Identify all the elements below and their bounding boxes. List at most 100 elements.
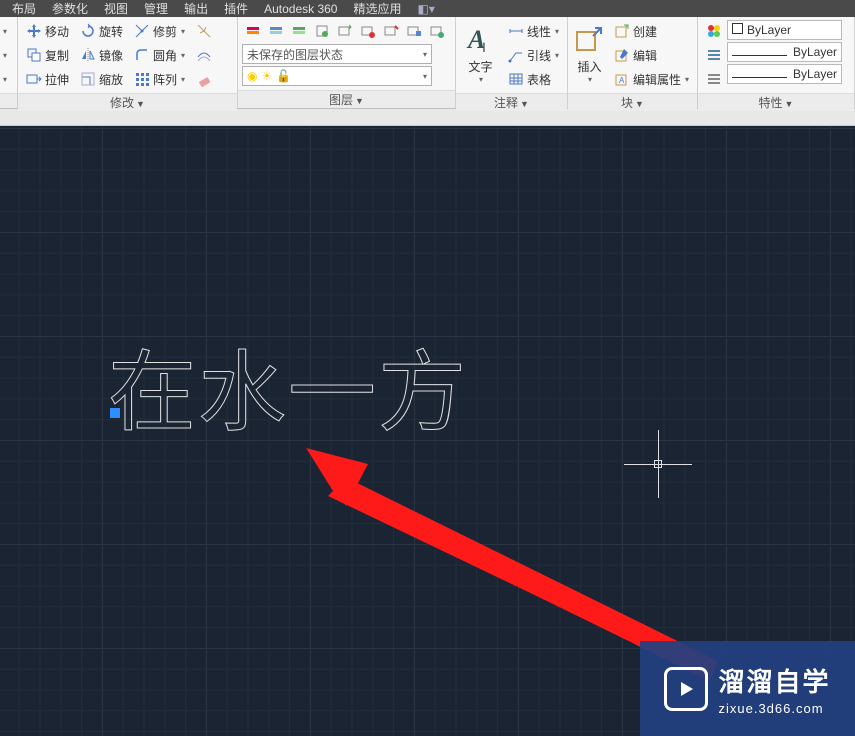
- stretch-button[interactable]: 拉伸: [22, 68, 73, 90]
- prop-list2-button[interactable]: [702, 68, 724, 90]
- panel-toggle-3[interactable]: ▾: [1, 68, 15, 90]
- move-button[interactable]: 移动: [22, 20, 73, 42]
- array-label: 阵列: [153, 71, 177, 88]
- chevron-down-icon: ▾: [685, 75, 689, 84]
- panel-layer-title[interactable]: 图层▼: [238, 90, 455, 108]
- panel-toggle-1[interactable]: ▾: [1, 20, 15, 42]
- mirror-button[interactable]: 镜像: [76, 44, 127, 66]
- text-label: 文字: [468, 58, 492, 75]
- layer-icon-2[interactable]: [265, 20, 287, 42]
- menu-plugin[interactable]: 插件: [216, 0, 256, 17]
- panel-annotation: AI 文字 ▾ 线性 ▾ 引线 ▾: [456, 17, 568, 108]
- layer-icon-5[interactable]: [334, 20, 356, 42]
- list-icon: [706, 47, 722, 63]
- trim-button[interactable]: 修剪 ▾: [130, 20, 189, 42]
- menu-extra-icon[interactable]: ◧▾: [410, 2, 443, 16]
- linetype-label: ByLayer: [793, 67, 837, 81]
- layer-state-dropdown[interactable]: 未保存的图层状态 ▾: [242, 44, 432, 64]
- menu-featured[interactable]: 精选应用: [345, 0, 409, 17]
- editattr-label: 编辑属性: [633, 71, 681, 88]
- erase-icon: [196, 71, 212, 87]
- menu-output[interactable]: 输出: [176, 0, 216, 17]
- create-button[interactable]: 创建: [610, 20, 693, 42]
- layer-icon-7[interactable]: [380, 20, 402, 42]
- color-dropdown[interactable]: ByLayer: [727, 20, 842, 40]
- linear-label: 线性: [527, 23, 551, 40]
- panel-toggle-2[interactable]: ▾: [1, 44, 15, 66]
- lineweight-label: ByLayer: [793, 45, 837, 59]
- menu-view[interactable]: 视图: [96, 0, 136, 17]
- lineweight-icon: [732, 55, 787, 56]
- scale-button[interactable]: 缩放: [76, 68, 127, 90]
- panel-modify: 移动 复制 拉伸: [18, 17, 238, 108]
- panel-properties-title[interactable]: 特性▼: [698, 93, 854, 111]
- editattr-button[interactable]: A 编辑属性 ▾: [610, 68, 693, 90]
- selection-grip[interactable]: [110, 408, 120, 418]
- stretch-icon: [26, 71, 42, 87]
- layer-icon-3[interactable]: [288, 20, 310, 42]
- rotate-button[interactable]: 旋转: [76, 20, 127, 42]
- stretch-label: 拉伸: [45, 71, 69, 88]
- chevron-down-icon: ▾: [423, 50, 427, 59]
- editattr-icon: A: [614, 71, 630, 87]
- scale-icon: [80, 71, 96, 87]
- match-prop-button[interactable]: [702, 20, 724, 42]
- array-icon: [134, 71, 150, 87]
- text-icon: AI: [464, 24, 496, 56]
- chevron-down-icon: ▾: [479, 75, 483, 84]
- insert-label: 插入: [577, 58, 601, 75]
- match-icon: [706, 23, 722, 39]
- array-button[interactable]: 阵列 ▾: [130, 68, 189, 90]
- fillet-icon: [134, 47, 150, 63]
- table-label: 表格: [527, 71, 551, 88]
- copy-button[interactable]: 复制: [22, 44, 73, 66]
- svg-text:I: I: [482, 39, 486, 55]
- layer-icon-9[interactable]: [426, 20, 448, 42]
- offset-button[interactable]: [192, 44, 214, 66]
- ribbon: ▾ ▾ ▾ 移动 复制: [0, 17, 855, 109]
- chevron-down-icon: ▾: [181, 51, 185, 60]
- rotate-icon: [80, 23, 96, 39]
- menu-manage[interactable]: 管理: [136, 0, 176, 17]
- menu-layout[interactable]: 布局: [4, 0, 44, 17]
- scale-label: 缩放: [99, 71, 123, 88]
- layer-icons-row: [242, 20, 451, 42]
- linear-button[interactable]: 线性 ▾: [504, 20, 563, 42]
- insert-icon: [573, 24, 605, 56]
- linear-icon: [508, 23, 524, 39]
- watermark-brand: 溜溜自学: [718, 662, 830, 699]
- layer-icon-8[interactable]: [403, 20, 425, 42]
- erase-button[interactable]: [192, 68, 214, 90]
- drawing-canvas[interactable]: 在水一方 溜溜自学 zixue.3d66.com: [0, 126, 855, 736]
- mirror-icon: [80, 47, 96, 63]
- lineweight-dropdown[interactable]: ByLayer: [727, 42, 842, 62]
- panel-leading-title: [0, 93, 17, 108]
- copy-label: 复制: [45, 47, 69, 64]
- leader-button[interactable]: 引线 ▾: [504, 44, 563, 66]
- edit-block-button[interactable]: 编辑: [610, 44, 693, 66]
- layer-icon-6[interactable]: [357, 20, 379, 42]
- move-label: 移动: [45, 23, 69, 40]
- layer-icon-4[interactable]: [311, 20, 333, 42]
- svg-text:A: A: [619, 76, 625, 85]
- menu-autodesk360[interactable]: Autodesk 360: [256, 2, 345, 16]
- explode-button[interactable]: [192, 20, 214, 42]
- mirror-label: 镜像: [99, 47, 123, 64]
- layer-current-dropdown[interactable]: ◉ ☀ 🔓 ▾: [242, 66, 432, 86]
- panel-annotation-title[interactable]: 注释▼: [456, 93, 567, 111]
- chevron-down-icon: ▾: [588, 75, 592, 84]
- create-icon: [614, 23, 630, 39]
- insert-button[interactable]: 插入 ▾: [572, 20, 607, 88]
- table-button[interactable]: 表格: [504, 68, 563, 90]
- drawing-text-object[interactable]: 在水一方: [108, 322, 468, 449]
- menu-parametric[interactable]: 参数化: [44, 0, 96, 17]
- panel-block-title[interactable]: 块▼: [568, 93, 697, 111]
- text-button[interactable]: AI 文字 ▾: [460, 20, 501, 88]
- layer-icon-1[interactable]: [242, 20, 264, 42]
- panel-layer: 未保存的图层状态 ▾ ◉ ☀ 🔓 ▾ 图层▼: [238, 17, 456, 108]
- linetype-dropdown[interactable]: ByLayer: [727, 64, 842, 84]
- fillet-button[interactable]: 圆角 ▾: [130, 44, 189, 66]
- panel-modify-title[interactable]: 修改▼: [18, 93, 237, 111]
- prop-list-button[interactable]: [702, 44, 724, 66]
- lightbulb-on-icon: ◉: [247, 69, 257, 83]
